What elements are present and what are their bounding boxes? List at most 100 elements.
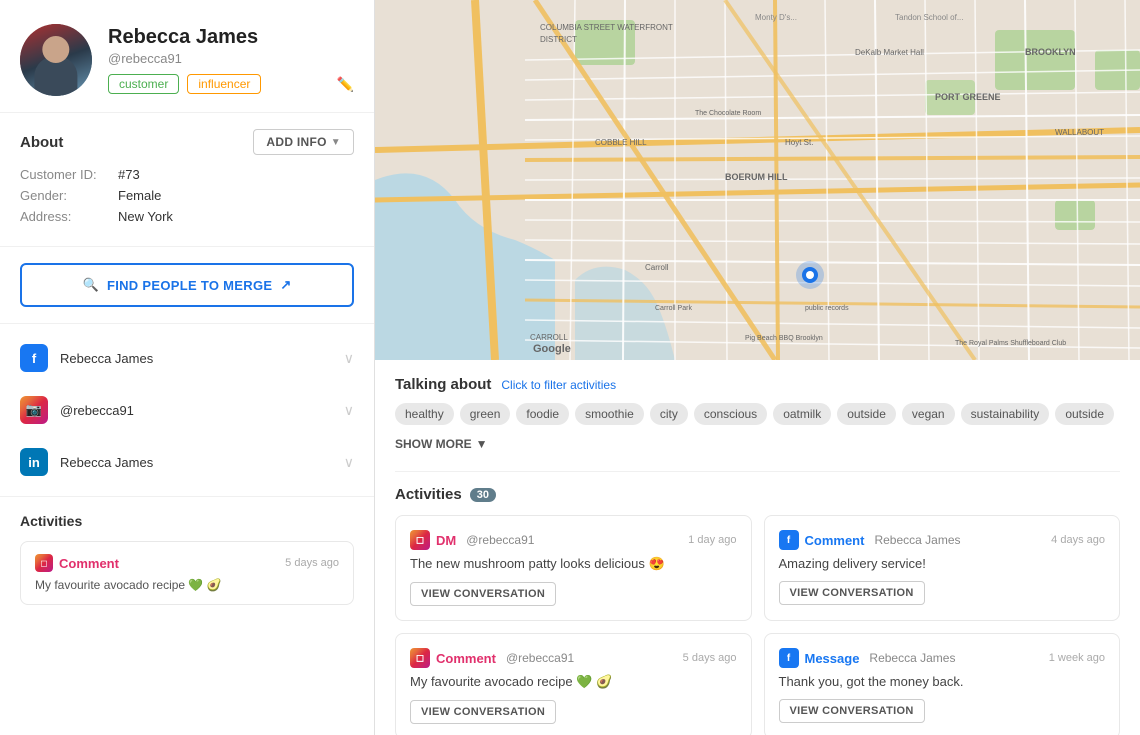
activity-item-left: f Message Rebecca James	[779, 648, 956, 668]
activity-item: f Message Rebecca James 1 week ago Thank…	[764, 633, 1121, 735]
customer-id-value: #73	[118, 167, 140, 182]
chevron-down-icon: ∨	[344, 350, 354, 367]
interest-tag[interactable]: smoothie	[575, 403, 644, 425]
talking-about-title: Talking about	[395, 376, 491, 393]
instagram-account[interactable]: 📷 @rebecca91 ∨	[0, 384, 374, 436]
show-more-label: SHOW MORE	[395, 437, 472, 451]
svg-text:Carroll: Carroll	[645, 263, 669, 272]
activity-item-left: ◻ DM @rebecca91	[410, 530, 534, 550]
activities-count: 30	[470, 488, 496, 502]
interest-tag[interactable]: healthy	[395, 403, 454, 425]
add-info-label: ADD INFO	[266, 135, 326, 149]
about-section: About ADD INFO ▼ Customer ID: #73 Gender…	[0, 113, 374, 247]
activity-content: Thank you, got the money back.	[779, 674, 1106, 689]
facebook-account[interactable]: f Rebecca James ∨	[0, 332, 374, 384]
address-label: Address:	[20, 209, 110, 224]
svg-text:Google: Google	[533, 343, 571, 355]
cursor-icon: ↗	[280, 277, 291, 293]
activity-item-left: ◻ Comment @rebecca91	[410, 648, 574, 668]
view-conversation-button[interactable]: VIEW CONVERSATION	[779, 699, 925, 723]
instagram-activity-icon: ◻	[35, 554, 53, 572]
ig-activity-icon: ◻	[410, 648, 430, 668]
gender-row: Gender: Female	[20, 188, 354, 203]
activity-type: ◻ Comment	[35, 554, 119, 572]
merge-section: 🔍 FIND PEOPLE TO MERGE ↗	[0, 247, 374, 324]
svg-text:COBBLE HILL: COBBLE HILL	[595, 138, 647, 147]
activity-content: My favourite avocado recipe 💚 🥑	[410, 674, 737, 690]
interest-tag[interactable]: outside	[837, 403, 896, 425]
search-icon: 🔍	[82, 277, 99, 293]
interest-tag[interactable]: sustainability	[961, 403, 1050, 425]
view-conversation-button[interactable]: VIEW CONVERSATION	[410, 700, 556, 724]
activity-timestamp: 4 days ago	[1051, 534, 1105, 546]
ig-activity-icon: ◻	[410, 530, 430, 550]
tag-influencer[interactable]: influencer	[187, 74, 261, 94]
activity-item: ◻ Comment @rebecca91 5 days ago My favou…	[395, 633, 752, 735]
map-container[interactable]: COLUMBIA STREET WATERFRONT DISTRICT BOER…	[375, 0, 1140, 360]
interest-tag[interactable]: oatmilk	[773, 403, 831, 425]
svg-text:The Royal Palms Shuffleboard C: The Royal Palms Shuffleboard Club	[955, 340, 1066, 347]
address-value: New York	[118, 209, 173, 224]
svg-text:The Chocolate Room: The Chocolate Room	[695, 110, 761, 117]
interest-tag[interactable]: green	[460, 403, 511, 425]
activity-timestamp: 5 days ago	[683, 652, 737, 664]
edit-icon[interactable]: ✏️	[337, 76, 354, 93]
view-conversation-button[interactable]: VIEW CONVERSATION	[779, 581, 925, 605]
linkedin-name: Rebecca James	[60, 455, 332, 470]
activity-author: Rebecca James	[874, 533, 960, 547]
activity-item-left: f Comment Rebecca James	[779, 530, 961, 550]
instagram-name: @rebecca91	[60, 403, 332, 418]
svg-text:PORT GREENE: PORT GREENE	[935, 92, 1001, 102]
chevron-down-icon: ▼	[476, 437, 488, 451]
activity-item: f Comment Rebecca James 4 days ago Amazi…	[764, 515, 1121, 621]
linkedin-account[interactable]: in Rebecca James ∨	[0, 436, 374, 488]
left-panel: Rebecca James @rebecca91 customer influe…	[0, 0, 375, 735]
activity-text: My favourite avocado recipe 💚 🥑	[35, 578, 339, 592]
activity-item-header: f Comment Rebecca James 4 days ago	[779, 530, 1106, 550]
fb-activity-icon: f	[779, 648, 799, 668]
social-accounts-section: f Rebecca James ∨ 📷 @rebecca91 ∨ in Rebe…	[0, 324, 374, 497]
activity-author: Rebecca James	[869, 651, 955, 665]
activity-grid: ◻ DM @rebecca91 1 day ago The new mushro…	[395, 515, 1120, 735]
activity-type-label: Comment	[59, 556, 119, 571]
interest-tag[interactable]: foodie	[516, 403, 569, 425]
activity-timestamp: 1 week ago	[1049, 652, 1105, 664]
merge-button-label: FIND PEOPLE TO MERGE	[107, 278, 272, 293]
profile-name: Rebecca James	[108, 26, 354, 49]
activities-panel: Talking about Click to filter activities…	[375, 360, 1140, 735]
click-filter-label[interactable]: Click to filter activities	[501, 378, 616, 392]
interest-tag[interactable]: vegan	[902, 403, 955, 425]
activity-item-header: f Message Rebecca James 1 week ago	[779, 648, 1106, 668]
chevron-down-icon: ▼	[331, 137, 341, 148]
activity-item: ◻ DM @rebecca91 1 day ago The new mushro…	[395, 515, 752, 621]
svg-text:public records: public records	[805, 305, 849, 312]
profile-info: Rebecca James @rebecca91 customer influe…	[108, 26, 354, 94]
activity-content: The new mushroom patty looks delicious 😍	[410, 556, 737, 572]
interest-tag[interactable]: city	[650, 403, 688, 425]
activity-item-header: ◻ DM @rebecca91 1 day ago	[410, 530, 737, 550]
view-conversation-button[interactable]: VIEW CONVERSATION	[410, 582, 556, 606]
tag-customer[interactable]: customer	[108, 74, 179, 94]
add-info-button[interactable]: ADD INFO ▼	[253, 129, 354, 155]
svg-text:Hoyt St.: Hoyt St.	[785, 138, 813, 147]
map-svg: COLUMBIA STREET WATERFRONT DISTRICT BOER…	[375, 0, 1140, 360]
activity-item-header: ◻ Comment @rebecca91 5 days ago	[410, 648, 737, 668]
profile-handle: @rebecca91	[108, 51, 354, 66]
svg-text:Tandon School of...: Tandon School of...	[895, 13, 964, 22]
svg-text:WALLABOUT: WALLABOUT	[1055, 128, 1104, 137]
activity-type-label: Comment	[805, 533, 865, 548]
activity-author: @rebecca91	[506, 651, 574, 665]
about-header: About ADD INFO ▼	[20, 129, 354, 155]
activity-time: 5 days ago	[285, 557, 339, 569]
fb-activity-icon: f	[779, 530, 799, 550]
chevron-down-icon: ∨	[344, 454, 354, 471]
interest-tag[interactable]: outside	[1055, 403, 1114, 425]
activities-main: Activities 30 ◻ DM @rebecca91 1 day ago …	[395, 486, 1120, 735]
interest-tag[interactable]: conscious	[694, 403, 767, 425]
show-more-button[interactable]: SHOW MORE ▼	[395, 433, 488, 455]
divider	[395, 471, 1120, 472]
interest-tags-row: healthy greenfoodie smoothie city conscious o…	[395, 403, 1120, 425]
svg-text:BROOKLYN: BROOKLYN	[1025, 47, 1076, 57]
find-people-to-merge-button[interactable]: 🔍 FIND PEOPLE TO MERGE ↗	[20, 263, 354, 307]
sidebar-activities-section: Activities ◻ Comment 5 days ago My favou…	[0, 497, 374, 621]
